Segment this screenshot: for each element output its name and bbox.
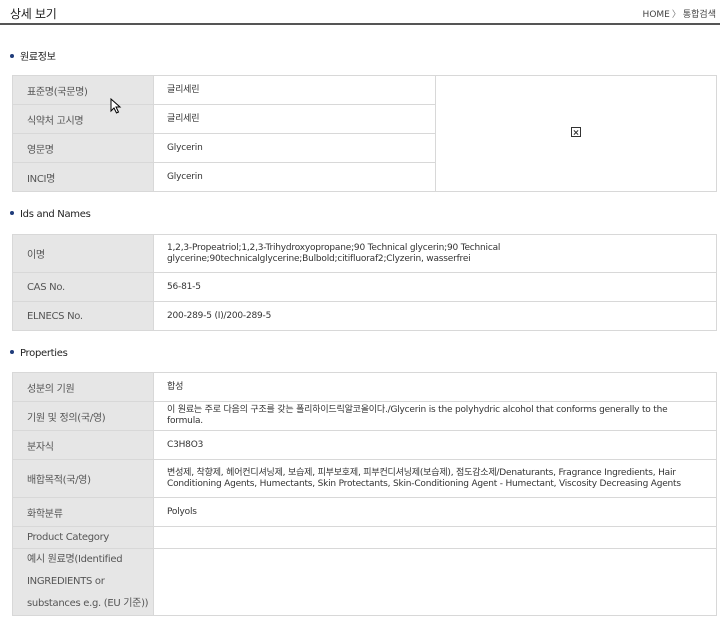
row-value: C3H8O3 (153, 430, 717, 460)
table-row: CAS No. 56-81-5 (12, 272, 717, 302)
row-label: 식약처 고시명 (12, 104, 154, 134)
row-label: 영문명 (12, 133, 154, 163)
row-value: 글리세린 (153, 104, 436, 134)
row-value (153, 526, 717, 549)
row-value: Glycerin (153, 133, 436, 163)
table-row: 배합목적(국/영) 변성제, 착향제, 헤어컨디셔닝제, 보습제, 피부보호제,… (12, 459, 717, 498)
bullet-icon (10, 211, 14, 215)
table-row: 예시 원료명(Identified INGREDIENTS or substan… (12, 548, 717, 616)
row-value: 글리세린 (153, 75, 436, 105)
row-value: 56-81-5 (153, 272, 717, 302)
row-label: 배합목적(국/영) (12, 459, 154, 498)
page-title: 상세 보기 (10, 7, 57, 21)
table-row: 기원 및 정의(국/영) 이 원료는 주로 다음의 구조를 갖는 폴리하이드릭알… (12, 401, 717, 431)
row-value: 변성제, 착향제, 헤어컨디셔닝제, 보습제, 피부보호제, 피부컨디셔닝제(보… (153, 459, 717, 498)
row-value: 이 원료는 주로 다음의 구조를 갖는 폴리하이드릭알코올이다./Glyceri… (153, 401, 717, 431)
breadcrumb: HOME 〉 통합검색 (643, 7, 716, 20)
mouse-pointer-icon (110, 98, 122, 114)
ids-table: 이명 1,2,3-Propeatriol;1,2,3-Trihydroxyopr… (12, 234, 717, 331)
table-row: 성분의 기원 합성 (12, 372, 717, 402)
row-label: Product Category (12, 526, 154, 549)
section-title-ids: Ids and Names (10, 209, 91, 220)
section-title-properties: Properties (10, 348, 68, 359)
row-label: 표준명(국문명) (12, 75, 154, 105)
row-value: 200-289-5 (I)/200-289-5 (153, 301, 717, 331)
breadcrumb-current[interactable]: 통합검색 (683, 7, 716, 20)
row-label: ELNECS No. (12, 301, 154, 331)
table-row: ELNECS No. 200-289-5 (I)/200-289-5 (12, 301, 717, 331)
breadcrumb-home[interactable]: HOME (643, 10, 670, 20)
row-value: 합성 (153, 372, 717, 402)
row-label: 화학분류 (12, 497, 154, 527)
row-label: CAS No. (12, 272, 154, 302)
properties-table: 성분의 기원 합성 기원 및 정의(국/영) 이 원료는 주로 다음의 구조를 … (12, 372, 717, 616)
section-title-raw-info: 원료정보 (10, 48, 56, 63)
table-row: Product Category (12, 526, 717, 549)
row-label: 성분의 기원 (12, 372, 154, 402)
table-row: 이명 1,2,3-Propeatriol;1,2,3-Trihydroxyopr… (12, 234, 717, 273)
row-label: 기원 및 정의(국/영) (12, 401, 154, 431)
row-label: 예시 원료명(Identified INGREDIENTS or substan… (12, 548, 154, 616)
raw-info-table: 표준명(국문명) 글리세린 식약처 고시명 글리세린 영문명 Glycerin … (12, 75, 717, 192)
row-label: 이명 (12, 234, 154, 273)
row-value (153, 548, 717, 616)
row-value: 1,2,3-Propeatriol;1,2,3-Trihydroxyopropa… (153, 234, 717, 273)
table-row: 화학분류 Polyols (12, 497, 717, 527)
row-value: Polyols (153, 497, 717, 527)
row-label: INCI명 (12, 162, 154, 192)
header-bar: 상세 보기 HOME 〉 통합검색 (0, 0, 720, 25)
bullet-icon (10, 350, 14, 354)
row-label: 분자식 (12, 430, 154, 460)
structure-image-cell (435, 75, 717, 192)
bullet-icon (10, 54, 14, 58)
row-value: Glycerin (153, 162, 436, 192)
table-row: 분자식 C3H8O3 (12, 430, 717, 460)
breadcrumb-separator: 〉 (671, 10, 681, 20)
broken-image-icon (571, 127, 581, 137)
